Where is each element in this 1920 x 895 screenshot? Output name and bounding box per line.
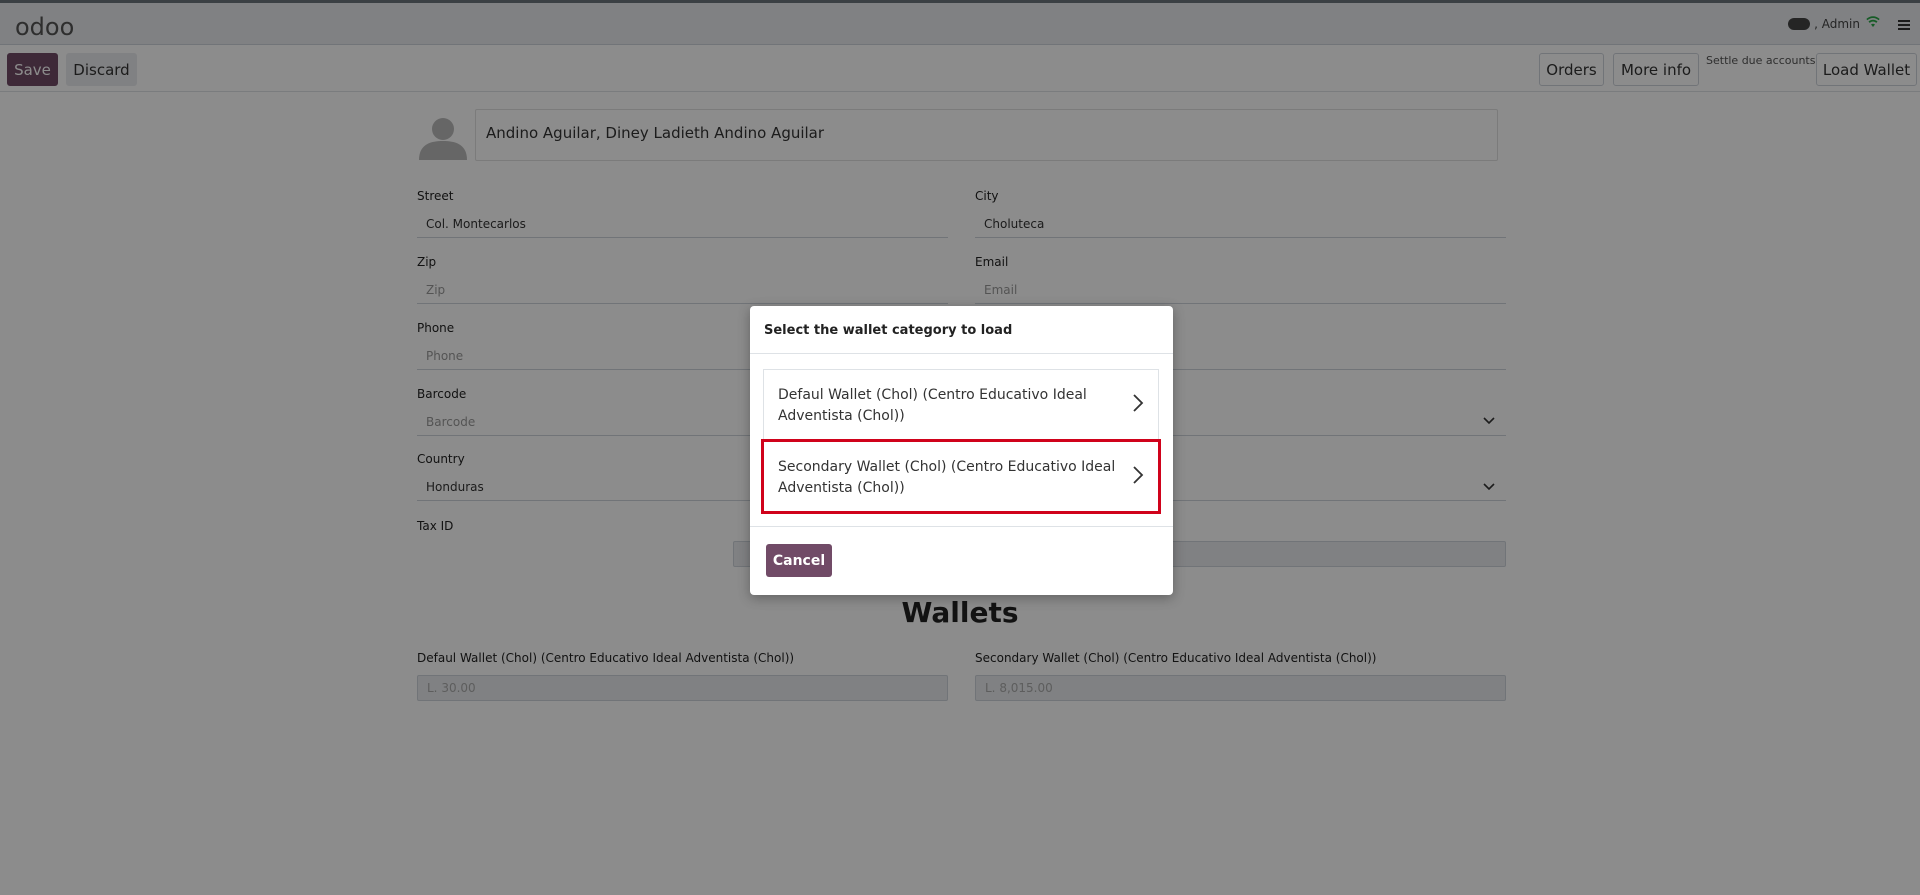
- cancel-button[interactable]: Cancel: [766, 544, 832, 577]
- dialog-footer: Cancel: [750, 526, 1173, 595]
- wallet-option-label: Defaul Wallet (Chol) (Centro Educativo I…: [778, 387, 1087, 424]
- wallet-option-default[interactable]: Defaul Wallet (Chol) (Centro Educativo I…: [763, 369, 1159, 440]
- dialog-title: Select the wallet category to load: [764, 323, 1013, 338]
- dialog-header: Select the wallet category to load: [750, 306, 1173, 354]
- wallet-option-label: Secondary Wallet (Chol) (Centro Educativ…: [778, 459, 1116, 496]
- wallet-option-secondary[interactable]: Secondary Wallet (Chol) (Centro Educativ…: [761, 439, 1161, 514]
- chevron-right-icon: [1132, 465, 1144, 485]
- wallet-category-dialog: Select the wallet category to load Defau…: [750, 306, 1173, 595]
- chevron-right-icon: [1132, 393, 1144, 413]
